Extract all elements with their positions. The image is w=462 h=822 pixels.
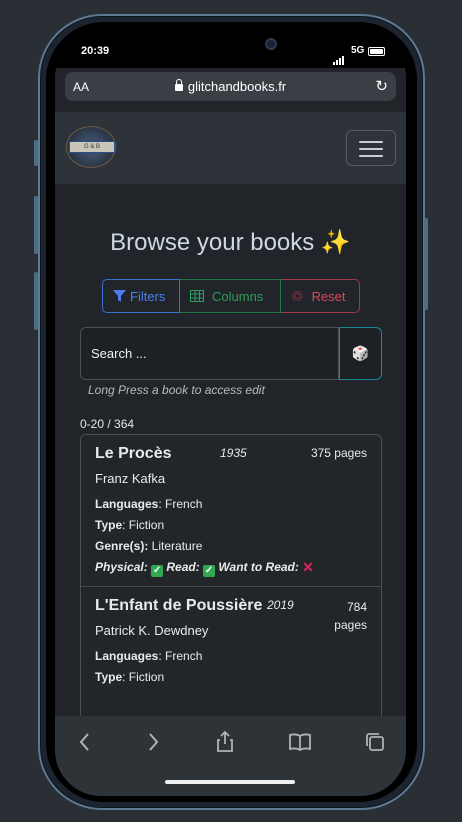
home-indicator [165,780,295,784]
action-button-group: Filters Columns ♲ Reset [102,279,360,313]
book-icon [289,733,311,752]
dice-icon: 🎲 [351,345,370,361]
random-book-button[interactable]: 🎲 [339,327,382,380]
bookmarks-button[interactable] [288,730,312,754]
menu-toggle-button[interactable] [346,130,396,166]
check-icon: ✓ [203,565,216,577]
search-group: 🎲 [80,327,382,380]
lock-icon [174,79,183,91]
tabs-button[interactable] [363,730,387,754]
volume-up-button [34,196,38,254]
front-camera [265,38,277,50]
recycle-icon: ♲ [291,287,304,304]
tabs-icon [366,733,384,751]
reset-label: Reset [311,288,346,304]
book-languages: Languages: French [95,649,203,663]
mute-switch [34,140,38,166]
table-icon [190,290,204,302]
reload-icon[interactable]: ↻ [375,77,388,95]
book-author: Franz Kafka [95,471,166,486]
site-navbar: G & B [55,112,406,184]
back-button[interactable] [73,730,97,754]
address-bar[interactable]: AA glitchandbooks.fr ↻ [65,72,396,101]
filter-icon [113,290,126,302]
book-year: 2019 [267,598,294,612]
status-bar: 20:39 5G [55,32,406,68]
edit-hint: Long Press a book to access edit [88,383,265,397]
book-flags: Physical: ✓ Read: ✓ Want to Read: ✕ [95,559,314,577]
book-pages: 375 pages [310,446,367,460]
filters-button[interactable]: Filters [102,279,180,313]
signal-icon [333,47,345,65]
results-count: 0-20 / 364 [80,417,135,431]
share-button[interactable] [213,730,237,754]
url-display[interactable]: glitchandbooks.fr [65,79,396,94]
phone-screen: 20:39 5G AA glitchandbooks.fr ↻ G & B Br… [55,32,406,796]
cross-icon: ✕ [302,559,314,575]
network-label: 5G [351,45,365,56]
power-button [424,218,428,310]
book-type: Type: Fiction [95,518,165,532]
check-icon: ✓ [151,565,164,577]
columns-label: Columns [212,288,264,304]
status-time: 20:39 [81,45,110,57]
logo-text: G & B [69,141,115,153]
book-title: L'Enfant de Poussière [95,597,263,614]
chevron-right-icon [149,733,159,751]
book-list: Le Procès 1935 375 pages Franz Kafka Lan… [80,434,382,734]
book-pages: 784 pages [334,600,367,632]
page-title: Browse your books ✨ [110,229,351,256]
notch [151,32,309,58]
book-genre: Genre(s): Literature [95,539,203,553]
hamburger-icon [359,141,383,143]
site-logo[interactable]: G & B [66,126,116,168]
volume-down-button [34,272,38,330]
forward-button[interactable] [141,730,165,754]
search-input[interactable] [80,327,339,380]
book-card[interactable]: Le Procès 1935 375 pages Franz Kafka Lan… [81,435,381,587]
book-type: Type: Fiction [95,670,165,684]
book-year: 1935 [220,446,247,460]
reset-button[interactable]: ♲ Reset [281,279,360,313]
battery-icon [368,47,385,56]
share-icon [217,730,233,752]
columns-button[interactable]: Columns [180,279,281,313]
filters-label: Filters [130,288,166,304]
url-text: glitchandbooks.fr [187,79,287,94]
book-card[interactable]: L'Enfant de Poussière 2019 784 pages Pat… [81,587,381,694]
chevron-left-icon [79,733,89,751]
book-languages: Languages: French [95,497,203,511]
browser-toolbar [55,716,406,796]
